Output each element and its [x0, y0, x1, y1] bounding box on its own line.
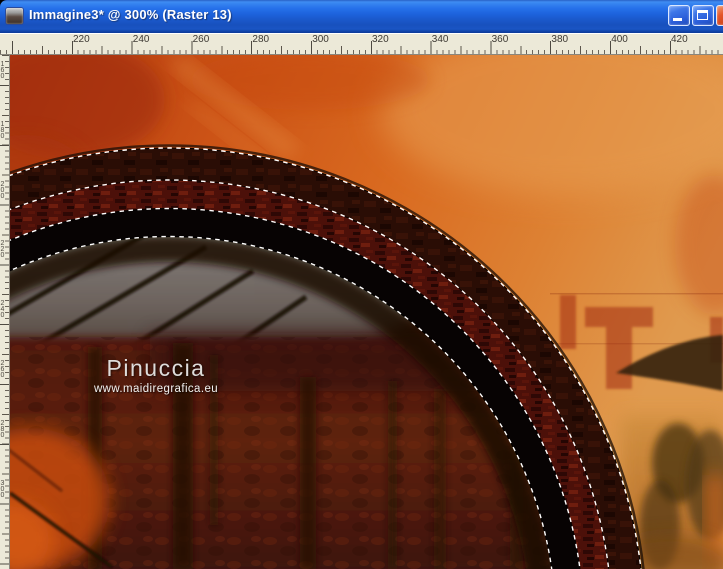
ruler-tick-label: 400 — [611, 34, 628, 45]
minimize-button[interactable] — [668, 5, 690, 26]
ruler-tick-label: 380 — [551, 34, 569, 45]
maximize-icon — [697, 10, 708, 20]
ruler-tick-label: 260 — [192, 34, 210, 45]
window-controls — [668, 5, 723, 26]
ruler-tick-label: 220 — [73, 34, 90, 45]
minimize-icon — [673, 18, 682, 21]
window-title: Immagine3* @ 300% (Raster 13) — [29, 7, 232, 22]
ruler-tick-label: 360 — [491, 34, 509, 45]
ruler-tick-label: 420 — [671, 34, 688, 45]
artwork — [10, 55, 723, 569]
ruler-tick-label: 280 — [0, 419, 6, 438]
ruler-tick-label: 240 — [132, 34, 150, 45]
ruler-tick-label: 180 — [0, 120, 6, 139]
ruler-tick-label: 160 — [0, 61, 6, 79]
ruler-tick-label: 300 — [312, 34, 329, 45]
image-thumbnail-icon — [6, 8, 23, 24]
maximize-button[interactable] — [692, 5, 714, 26]
ruler-tick-label: 240 — [0, 300, 6, 319]
ruler-tick-label: 340 — [431, 34, 449, 45]
app-window: Immagine3* @ 300% (Raster 13) 220 240 260 2… — [0, 0, 723, 569]
ruler-tick-label: 220 — [0, 240, 6, 259]
ruler-tick-label: 320 — [372, 34, 389, 45]
close-button[interactable] — [716, 5, 723, 26]
ruler-tick-label: 200 — [0, 180, 6, 199]
ruler-vertical[interactable]: 160 180 200 220 240 260 280 300 — [0, 55, 10, 569]
ruler-tick-label: 300 — [0, 479, 6, 498]
ruler-horizontal[interactable]: 220 240 260 280 300 320 340 360 380 400 420 — [0, 33, 723, 55]
titlebar[interactable]: Immagine3* @ 300% (Raster 13) — [0, 0, 723, 33]
ruler-tick-label: 260 — [0, 360, 6, 378]
ruler-tick-label: 280 — [252, 34, 270, 45]
image-canvas[interactable]: Pinuccia www.maidiregrafica.eu — [10, 55, 723, 569]
